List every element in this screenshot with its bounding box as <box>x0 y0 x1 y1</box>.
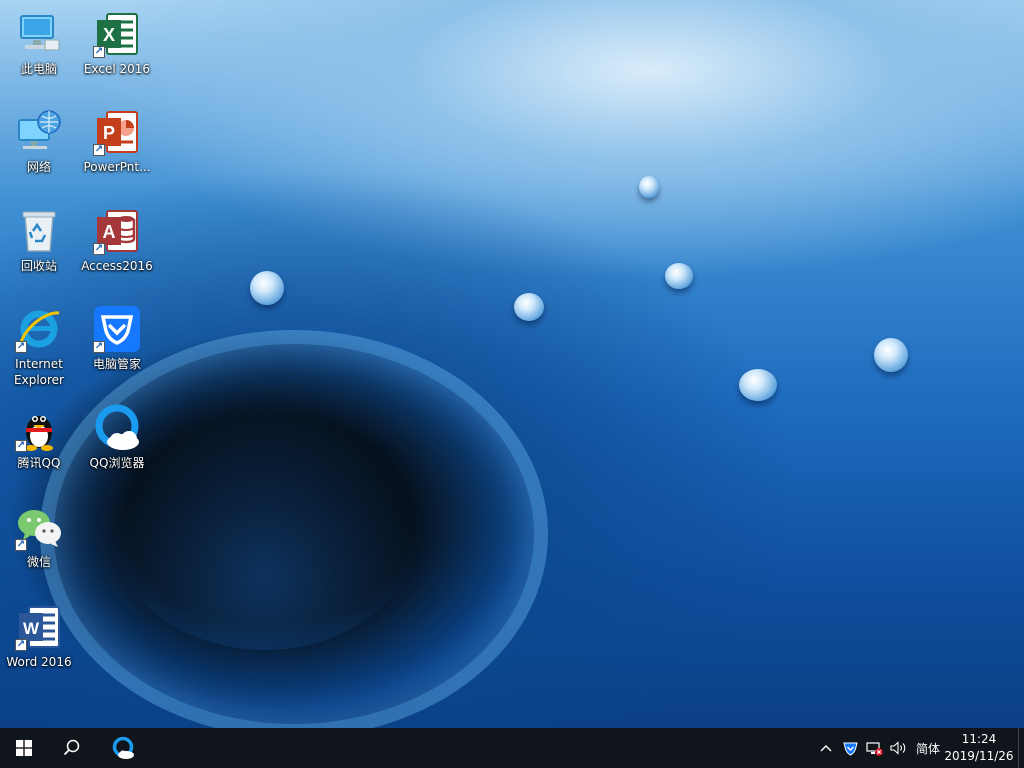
qq-browser-icon <box>112 736 134 759</box>
desktop-icon-qq-browser[interactable]: QQ浏览器 <box>81 404 153 471</box>
desktop-icon-label: 腾讯QQ <box>17 456 61 470</box>
water-droplet <box>250 271 284 305</box>
desktop-icon-label: Internet Explorer <box>14 357 64 387</box>
chevron-up-icon <box>820 745 832 752</box>
this-pc-icon <box>15 10 63 58</box>
network-disconnected-icon <box>865 741 883 756</box>
tray-pc-manager[interactable] <box>839 728 861 768</box>
search-icon <box>63 739 80 756</box>
desktop-icon-label: QQ浏览器 <box>89 456 145 470</box>
ime-label: 简体 <box>915 741 940 756</box>
show-desktop-button[interactable] <box>1018 728 1024 768</box>
water-droplet <box>665 263 693 289</box>
desktop-icon-label: 此电脑 <box>20 62 57 76</box>
desktop-icon-label: 电脑管家 <box>92 357 141 371</box>
excel-icon: X ↗ <box>93 10 141 58</box>
desktop-icon-network[interactable]: 网络 <box>3 108 75 175</box>
desktop-icon-internet-explorer[interactable]: ↗ Internet Explorer <box>3 305 75 388</box>
shortcut-arrow-icon: ↗ <box>93 144 105 156</box>
svg-text:X: X <box>103 25 115 45</box>
show-hidden-icons-button[interactable] <box>815 728 837 768</box>
svg-text:W: W <box>23 619 40 638</box>
svg-text:P: P <box>103 123 115 143</box>
clock-time: 11:24 <box>961 732 997 746</box>
taskbar-clock[interactable]: 11:24 2019/11/26 <box>942 731 1016 765</box>
desktop-icon-powerpoint[interactable]: P ↗ PowerPnt... <box>81 108 153 175</box>
desktop-icon-label: Word 2016 <box>6 655 72 669</box>
shortcut-arrow-icon: ↗ <box>93 46 105 58</box>
desktop-icon-label: PowerPnt... <box>83 160 151 174</box>
desktop-icon-label: Excel 2016 <box>83 62 151 76</box>
tray-network[interactable] <box>863 728 885 768</box>
clock-date: 2019/11/26 <box>944 749 1014 763</box>
water-droplet <box>874 338 908 372</box>
shortcut-arrow-icon: ↗ <box>15 440 27 452</box>
desktop-icon-tencent-qq[interactable]: ↗ 腾讯QQ <box>3 404 75 471</box>
input-method-indicator[interactable]: 简体 <box>911 728 945 768</box>
desktop-icon-word-2016[interactable]: W ↗ Word 2016 <box>3 603 75 670</box>
desktop-icon-wechat[interactable]: ↗ 微信 <box>3 503 75 570</box>
windows-logo-icon <box>16 740 32 756</box>
shortcut-arrow-icon: ↗ <box>15 639 27 651</box>
desktop-icon-access-2016[interactable]: A ↗ Access2016 <box>81 207 153 274</box>
desktop-icon-this-pc[interactable]: 此电脑 <box>3 10 75 77</box>
word-icon: W ↗ <box>15 603 63 651</box>
powerpoint-icon: P ↗ <box>93 108 141 156</box>
access-icon: A ↗ <box>93 207 141 255</box>
water-droplet <box>639 176 659 198</box>
recycle-bin-icon <box>15 207 63 255</box>
water-droplet <box>514 293 544 321</box>
svg-text:A: A <box>103 222 116 242</box>
search-button[interactable] <box>48 728 96 768</box>
water-splash-inner <box>110 400 420 650</box>
desktop-icon-label: Access2016 <box>81 259 153 273</box>
internet-explorer-icon: ↗ <box>15 305 63 353</box>
desktop-icon-excel-2016[interactable]: X ↗ Excel 2016 <box>81 10 153 77</box>
start-button[interactable] <box>0 728 48 768</box>
qq-penguin-icon: ↗ <box>15 404 63 452</box>
pc-manager-shield-icon <box>842 742 858 756</box>
shortcut-arrow-icon: ↗ <box>15 539 27 551</box>
network-icon <box>15 108 63 156</box>
volume-icon <box>889 741 905 755</box>
desktop-icon-label: 回收站 <box>20 259 57 273</box>
water-droplet <box>739 369 777 401</box>
desktop-icon-label: 网络 <box>26 160 51 174</box>
taskbar-app-qq-browser[interactable] <box>99 728 147 768</box>
shortcut-arrow-icon: ↗ <box>93 243 105 255</box>
wechat-icon: ↗ <box>15 503 63 551</box>
qq-browser-icon <box>93 404 141 452</box>
shortcut-arrow-icon: ↗ <box>15 341 27 353</box>
shortcut-arrow-icon: ↗ <box>93 341 105 353</box>
taskbar: 简体 11:24 2019/11/26 <box>0 728 1024 768</box>
desktop-icon-recycle-bin[interactable]: 回收站 <box>3 207 75 274</box>
desktop-icon-pc-manager[interactable]: ↗ 电脑管家 <box>81 305 153 372</box>
pc-manager-icon: ↗ <box>93 305 141 353</box>
desktop-icon-label: 微信 <box>26 555 51 569</box>
tray-volume[interactable] <box>887 728 909 768</box>
desktop-wallpaper <box>0 0 1024 728</box>
